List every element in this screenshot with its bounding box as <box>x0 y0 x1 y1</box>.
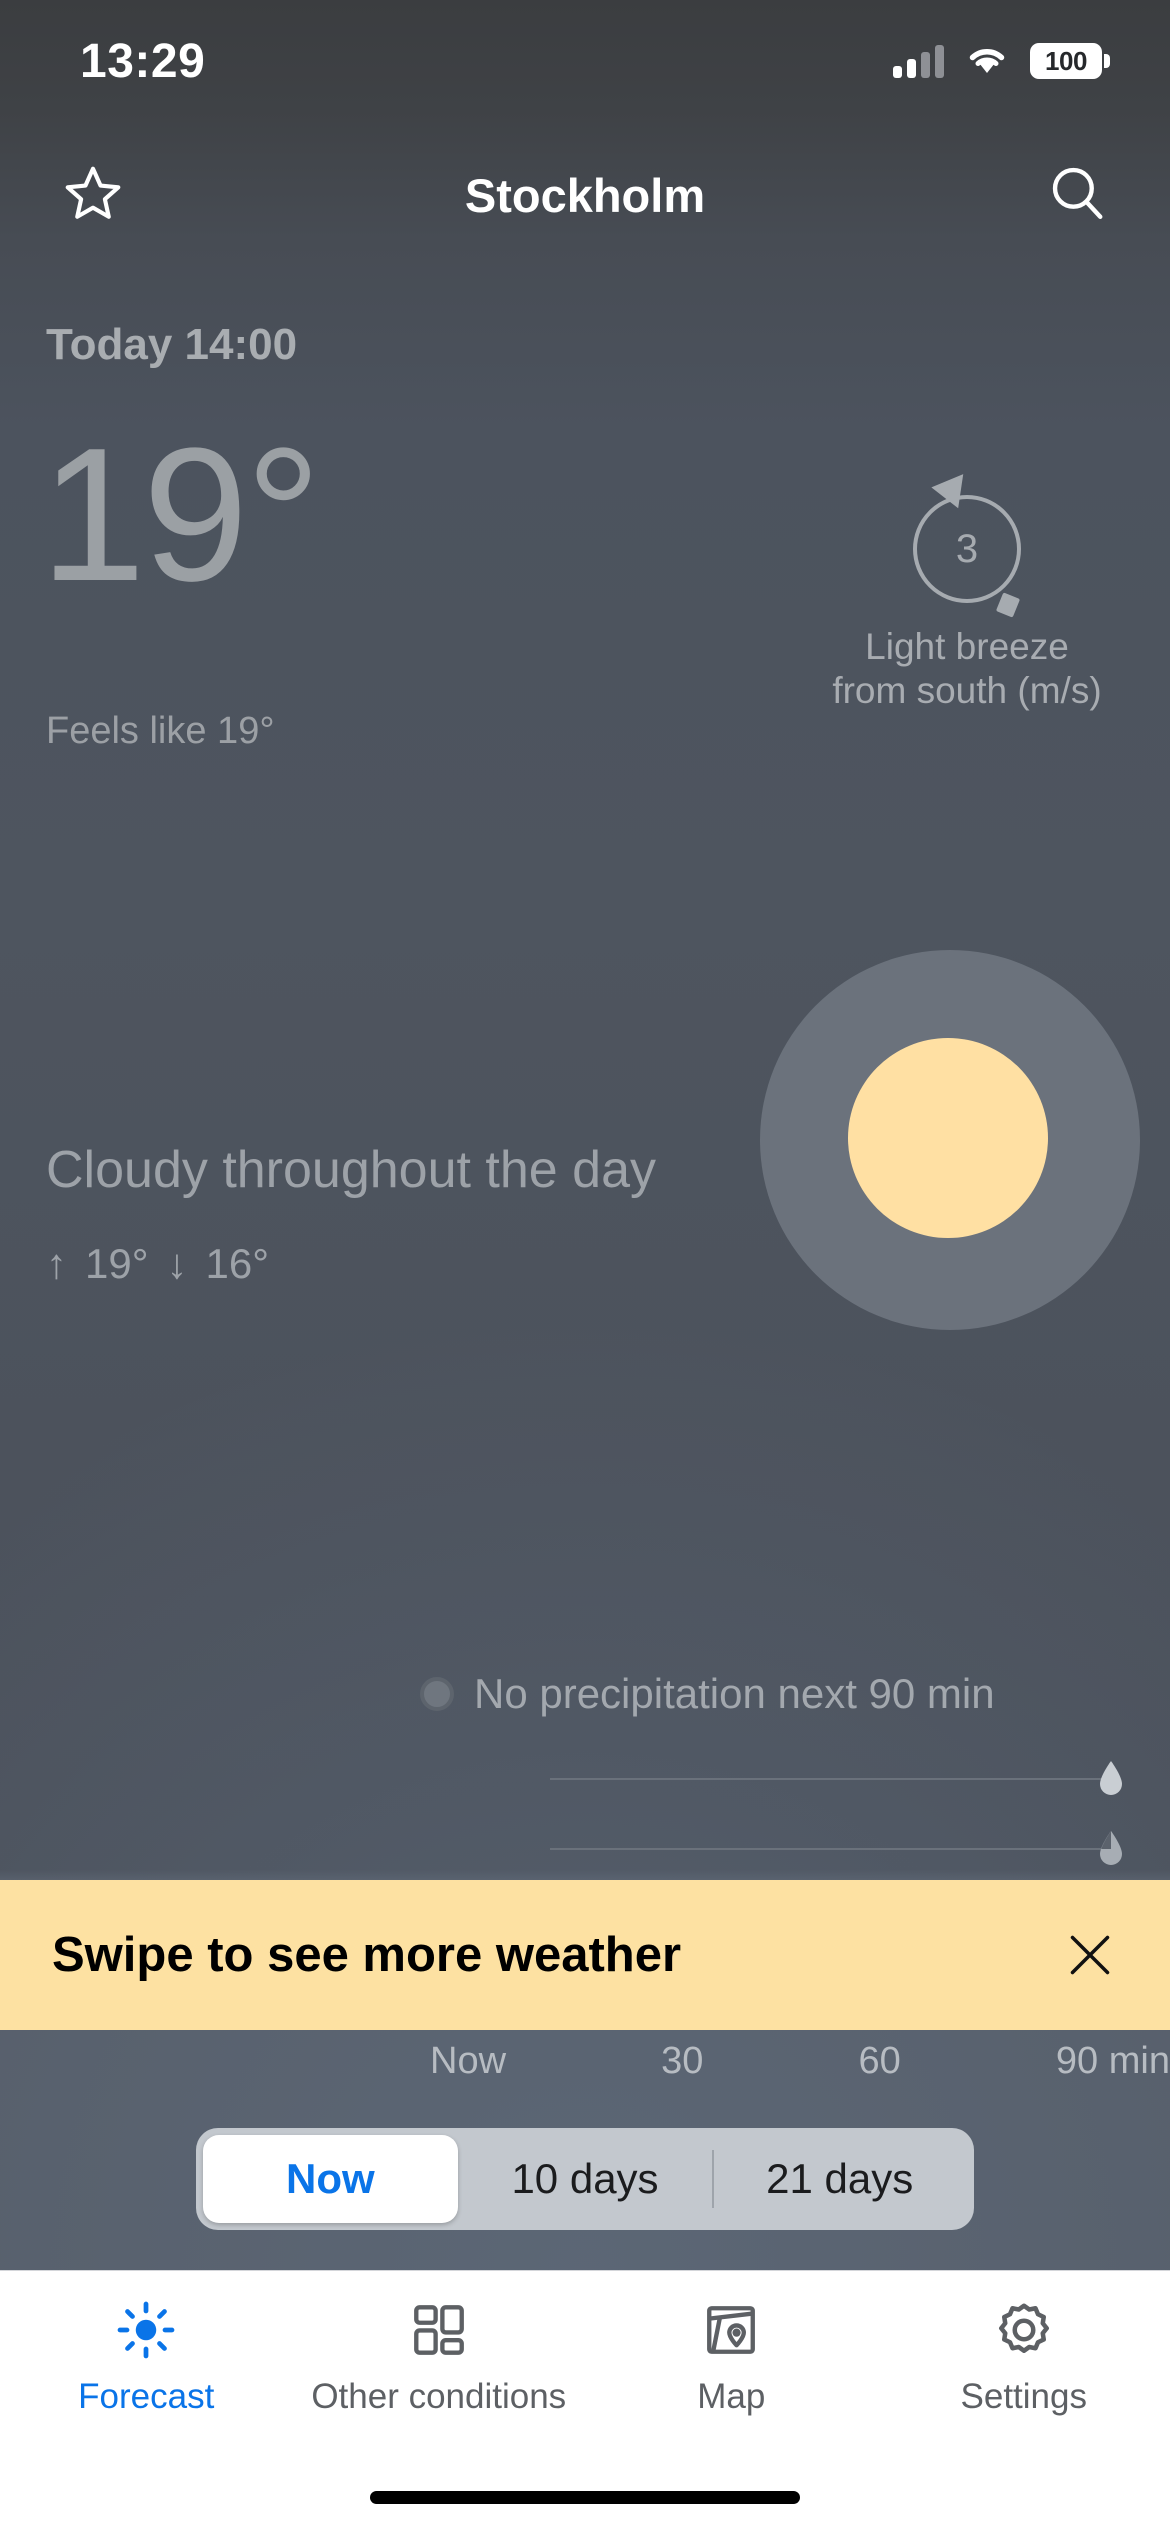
filled-raindrop-icon <box>1098 1760 1124 1796</box>
close-icon[interactable] <box>1062 1927 1118 1983</box>
precipitation-gridline-light <box>550 1848 1110 1850</box>
weather-app-screen: 13:29 100 Stockholm Today 14:00 19° Feel… <box>0 0 1170 2532</box>
axis-label: Now <box>430 2040 507 2082</box>
temp-down-arrow-icon: ↓ <box>166 1240 188 1287</box>
weather-summary-text: Cloudy throughout the day <box>46 1141 656 1199</box>
map-pin-icon <box>700 2299 762 2361</box>
page-title: Stockholm <box>464 168 706 222</box>
precipitation-gridline-heavy <box>550 1778 1110 1780</box>
swipe-hint-banner: Swipe to see more weather <box>0 1880 1170 2030</box>
sun-circle-icon <box>848 1038 1048 1238</box>
wind-description-line-1: Light breeze <box>865 626 1069 667</box>
battery-icon: 100 <box>1030 43 1110 79</box>
precipitation-status-text: No precipitation next 90 min <box>474 1670 995 1717</box>
home-indicator[interactable] <box>370 2491 800 2504</box>
tab-other-conditions[interactable]: Other conditions <box>293 2299 586 2417</box>
current-time-label: Today 14:00 <box>46 320 298 369</box>
segment-now[interactable]: Now <box>203 2135 458 2223</box>
precipitation-status-dot-icon <box>420 1677 454 1711</box>
temp-up-arrow-icon: ↑ <box>46 1240 67 1287</box>
current-temperature: 19° <box>40 409 321 621</box>
low-temperature: 16° <box>205 1240 270 1287</box>
axis-label: 30 <box>661 2040 704 2082</box>
feels-like-label: Feels like 19° <box>46 710 275 752</box>
high-temperature: 19° <box>85 1240 149 1287</box>
battery-percent-label: 100 <box>1045 45 1087 76</box>
axis-label: 60 <box>858 2040 901 2082</box>
tab-label-settings: Settings <box>960 2377 1087 2416</box>
status-bar: 13:29 100 <box>0 0 1170 110</box>
high-low-temperature: ↑ 19° ↓ 16° <box>46 1240 269 1288</box>
outlined-raindrop-icon <box>1098 1830 1124 1866</box>
cellular-signal-icon <box>893 44 944 78</box>
tab-label-map: Map <box>697 2377 766 2416</box>
wind-direction-dial-icon: 3 <box>913 463 1021 618</box>
star-outline-icon[interactable] <box>62 162 124 229</box>
search-icon[interactable] <box>1046 162 1108 229</box>
wind-block: 3 Light breeze from south (m/s) <box>802 463 1132 712</box>
swipe-hint-text: Swipe to see more weather <box>52 1928 682 1982</box>
status-bar-indicators: 100 <box>893 31 1110 80</box>
axis-label: 90 min <box>1055 2040 1170 2082</box>
tab-forecast[interactable]: Forecast <box>0 2299 293 2417</box>
wind-description: Light breeze from south (m/s) <box>802 625 1132 712</box>
tab-map[interactable]: Map <box>585 2299 878 2417</box>
wind-speed-value: 3 <box>955 526 979 571</box>
tab-label-other-conditions: Other conditions <box>311 2377 567 2416</box>
nav-header: Stockholm <box>0 140 1170 250</box>
status-bar-time: 13:29 <box>80 34 206 88</box>
segment-10-days[interactable]: 10 days <box>458 2135 713 2223</box>
grid-icon <box>408 2299 470 2361</box>
tab-settings[interactable]: Settings <box>878 2299 1170 2417</box>
precipitation-status-row: No precipitation next 90 min <box>420 1670 995 1718</box>
wifi-icon <box>966 43 1008 80</box>
tab-label-forecast: Forecast <box>78 2377 215 2416</box>
precipitation-axis-labels: Now 30 60 90 min <box>430 2040 1170 2083</box>
forecast-range-segmented-control[interactable]: Now 10 days 21 days <box>196 2128 974 2230</box>
gear-icon <box>993 2299 1055 2361</box>
wind-description-line-2: from south (m/s) <box>832 669 1102 711</box>
sun-icon <box>115 2299 177 2361</box>
segment-21-days[interactable]: 21 days <box>712 2135 967 2223</box>
